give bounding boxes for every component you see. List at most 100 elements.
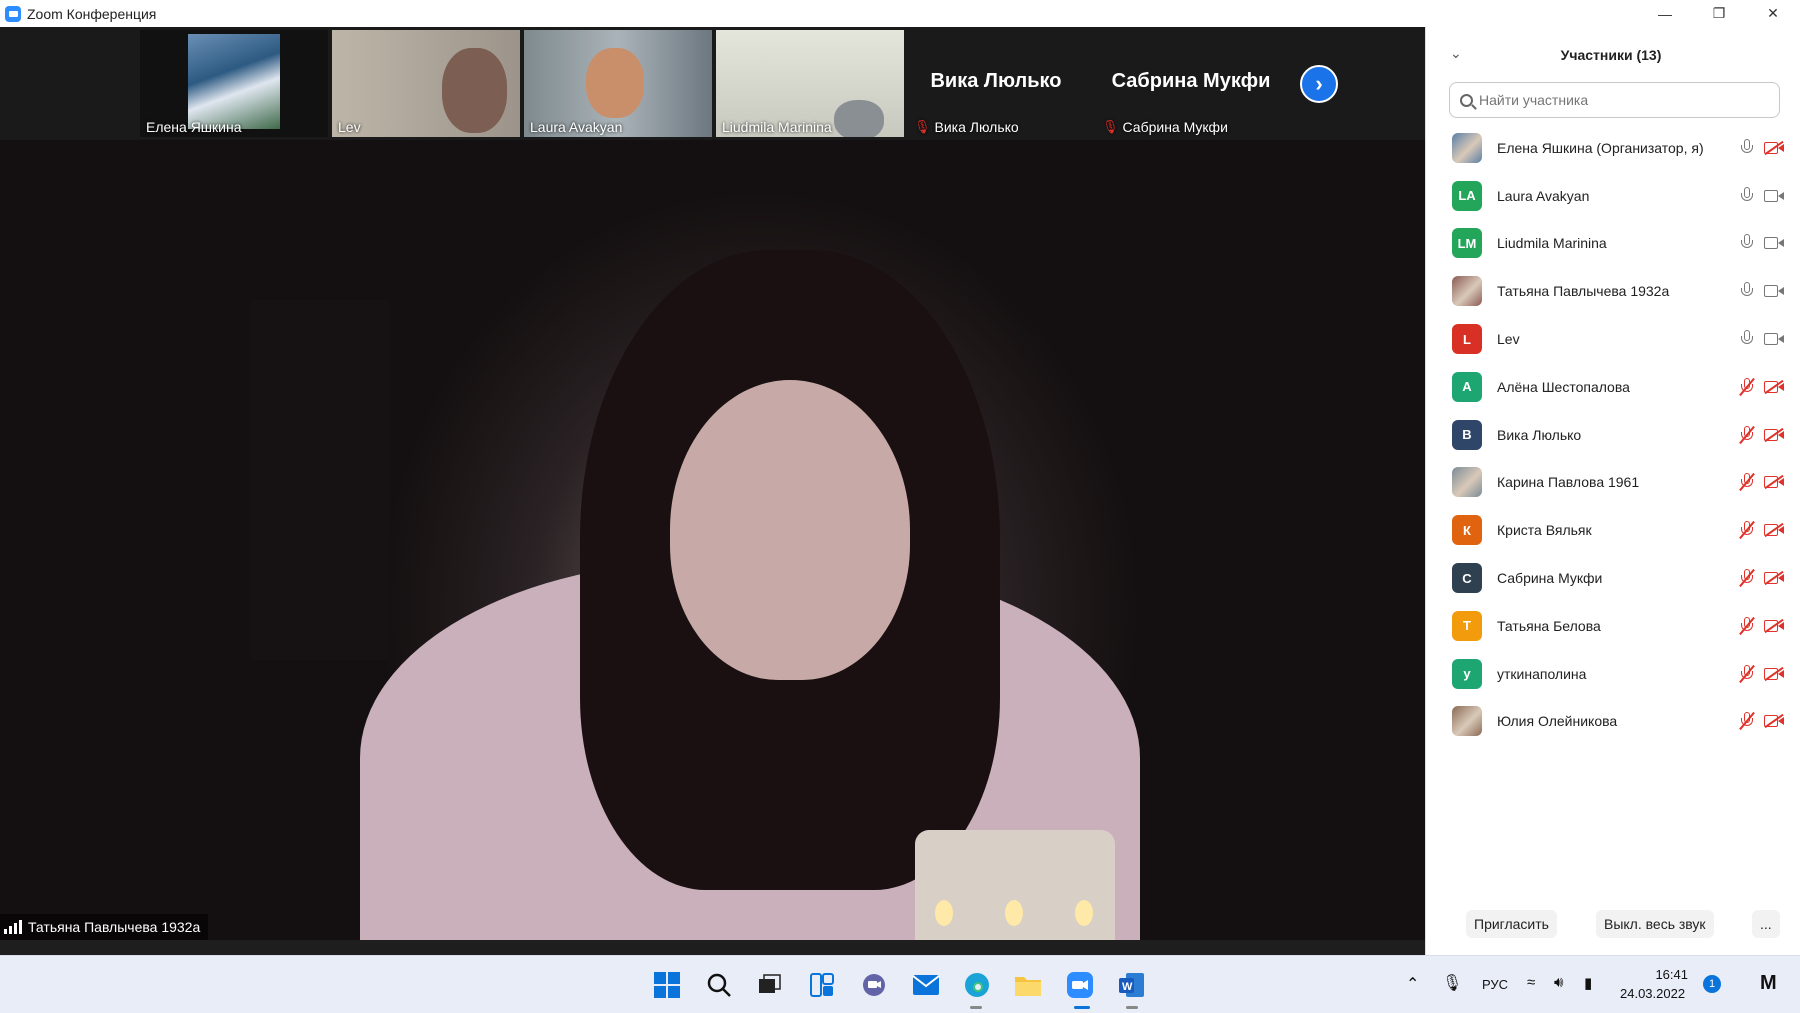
video-camera-icon[interactable] — [1764, 236, 1784, 250]
video-thumbnails-strip: Елена Яшкина Lev Laura Avakyan Liudmila … — [0, 27, 1425, 140]
participant-row[interactable]: LM Liudmila Marinina — [1426, 220, 1800, 268]
participant-row[interactable]: С Сабрина Мукфи — [1426, 554, 1800, 602]
svg-text:W: W — [1122, 981, 1133, 993]
microphone-muted-icon[interactable] — [1740, 664, 1754, 683]
participant-row[interactable]: L Lev — [1426, 315, 1800, 363]
participant-row[interactable]: А Алёна Шестопалова — [1426, 363, 1800, 411]
thumbnail-name: Laura Avakyan — [530, 119, 623, 135]
windows-start-icon[interactable] — [653, 971, 681, 999]
restore-icon[interactable]: ❐ — [1692, 0, 1746, 27]
video-camera-icon[interactable] — [1764, 284, 1784, 298]
participant-row[interactable]: В Вика Люлько — [1426, 411, 1800, 459]
teams-chat-icon[interactable] — [860, 971, 888, 999]
search-icon — [1460, 93, 1473, 107]
video-camera-off-icon[interactable] — [1764, 428, 1784, 442]
task-view-icon[interactable] — [755, 971, 783, 999]
microphone-icon[interactable] — [1740, 234, 1754, 252]
word-icon[interactable]: W — [1118, 971, 1146, 999]
microphone-muted-icon[interactable] — [1740, 712, 1754, 730]
participant-row[interactable]: у уткинаполина — [1426, 650, 1800, 698]
search-icon[interactable] — [705, 971, 733, 999]
avatar: у — [1452, 658, 1482, 689]
window-title: Zoom Конференция — [27, 5, 157, 22]
video-camera-off-icon[interactable] — [1764, 667, 1784, 681]
zoom-app-icon — [5, 5, 21, 22]
video-camera-off-icon[interactable] — [1764, 714, 1784, 728]
video-thumbnail[interactable]: Елена Яшкина — [140, 30, 328, 137]
video-thumbnail[interactable]: Вика Люлько 🎙︎ Вика Люлько — [908, 30, 1084, 137]
avatar-initials: Т — [1463, 618, 1471, 634]
clock-date[interactable]: 24.03.2022 — [1620, 986, 1685, 1001]
participant-row[interactable]: Елена Яшкина (Организатор, я) — [1426, 124, 1800, 172]
video-thumbnail[interactable]: Laura Avakyan — [524, 30, 712, 137]
participant-row[interactable]: Т Татьяна Белова — [1426, 602, 1800, 650]
microphone-muted-icon[interactable] — [1740, 377, 1754, 396]
app-logo-icon[interactable]: М — [1760, 972, 1777, 995]
participant-row[interactable]: Юлия Олейникова — [1426, 698, 1800, 746]
video-camera-icon[interactable] — [1764, 332, 1784, 346]
next-page-button[interactable]: › — [1300, 65, 1338, 103]
file-explorer-icon[interactable] — [1014, 971, 1042, 999]
avatar: К — [1452, 515, 1482, 546]
participant-name: Laura Avakyan — [1497, 187, 1590, 204]
microphone-icon[interactable] — [1740, 138, 1754, 157]
zoom-taskbar-icon[interactable] — [1066, 971, 1094, 999]
microphone-icon[interactable] — [1740, 186, 1754, 205]
active-speaker-video[interactable]: Татьяна Павлычева 1932a — [0, 140, 1425, 940]
search-input[interactable] — [1479, 92, 1769, 108]
invite-button[interactable]: Пригласить — [1466, 910, 1557, 938]
mic-muted-icon: 🎙︎ — [914, 119, 931, 134]
volume-icon[interactable]: 🔊︎ — [1554, 974, 1563, 991]
avatar: L — [1452, 324, 1482, 355]
clock-time[interactable]: 16:41 — [1628, 967, 1688, 982]
video-thumbnail[interactable]: Lev — [332, 30, 520, 137]
video-thumbnail[interactable]: Сабрина Мукфи 🎙︎ Сабрина Мукфи — [1096, 30, 1286, 137]
language-indicator[interactable]: РУС — [1482, 977, 1508, 992]
participant-search[interactable] — [1449, 82, 1780, 118]
video-camera-off-icon[interactable] — [1764, 571, 1784, 585]
battery-icon[interactable]: ▮ — [1584, 974, 1592, 992]
speaker-name-label: Татьяна Павлычева 1932a — [0, 914, 209, 940]
avatar-initials: L — [1463, 331, 1471, 347]
mail-icon[interactable] — [912, 971, 940, 999]
avatar-initials: К — [1463, 522, 1471, 538]
wifi-icon[interactable]: ≈ — [1527, 974, 1535, 991]
video-camera-off-icon[interactable] — [1764, 475, 1784, 489]
participant-video — [188, 34, 280, 129]
participant-row[interactable]: К Криста Вяльяк — [1426, 506, 1800, 554]
chevron-up-icon[interactable]: ⌃ — [1406, 974, 1419, 994]
video-thumbnail[interactable]: Liudmila Marinina — [716, 30, 904, 137]
participant-row[interactable]: Татьяна Павлычева 1932a — [1426, 267, 1800, 315]
edge-browser-icon[interactable] — [963, 971, 991, 999]
participant-row[interactable]: LA Laura Avakyan — [1426, 172, 1800, 220]
thumbnail-name: Lev — [338, 119, 361, 135]
participant-name: Вика Люлько — [1497, 426, 1582, 443]
microphone-icon[interactable] — [1740, 330, 1754, 348]
widgets-icon[interactable] — [808, 971, 836, 999]
video-camera-off-icon[interactable] — [1764, 380, 1784, 394]
participant-name-placeholder: Вика Люлько — [930, 70, 1062, 92]
video-camera-off-icon[interactable] — [1764, 141, 1784, 155]
microphone-icon[interactable] — [1740, 282, 1754, 300]
avatar-initials: LA — [1458, 188, 1476, 204]
mute-all-button[interactable]: Выкл. весь звук — [1596, 910, 1714, 938]
minimize-icon[interactable]: — — [1638, 0, 1692, 27]
microphone-icon[interactable]: 🎙︎ — [1442, 973, 1462, 993]
participant-name: Сабрина Мукфи — [1497, 570, 1603, 587]
close-icon[interactable]: ✕ — [1746, 0, 1800, 27]
notification-badge[interactable]: 1 — [1703, 975, 1721, 993]
microphone-muted-icon[interactable] — [1740, 521, 1754, 539]
microphone-muted-icon[interactable] — [1740, 473, 1754, 491]
chevron-down-icon[interactable]: ⌄ — [1450, 45, 1462, 62]
microphone-muted-icon[interactable] — [1740, 616, 1754, 635]
avatar-initials: С — [1462, 570, 1472, 586]
more-options-button[interactable]: ... — [1752, 910, 1780, 938]
avatar: LM — [1452, 228, 1482, 259]
avatar — [1452, 276, 1482, 307]
participant-row[interactable]: Карина Павлова 1961 — [1426, 459, 1800, 507]
video-camera-off-icon[interactable] — [1764, 619, 1784, 633]
microphone-muted-icon[interactable] — [1740, 425, 1754, 444]
microphone-muted-icon[interactable] — [1740, 569, 1754, 587]
video-camera-icon[interactable] — [1764, 189, 1784, 203]
video-camera-off-icon[interactable] — [1764, 523, 1784, 537]
